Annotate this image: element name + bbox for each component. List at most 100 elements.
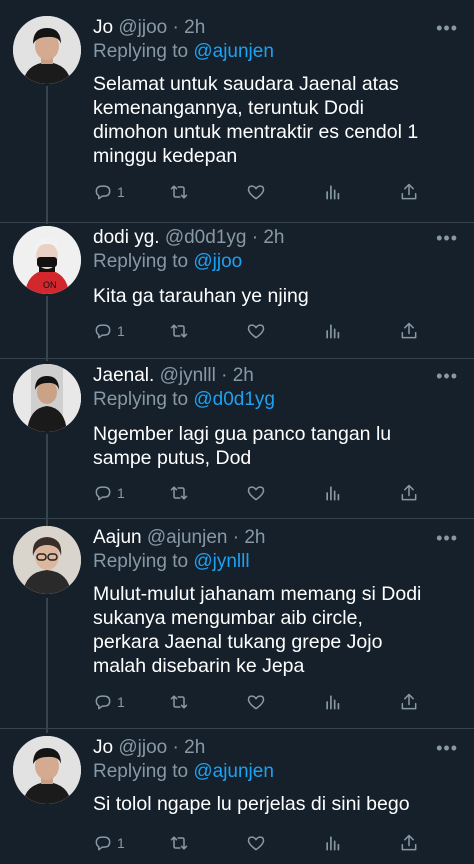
timestamp[interactable]: 2h <box>263 227 284 248</box>
like-button[interactable] <box>246 832 266 854</box>
heart-icon <box>247 486 265 501</box>
replying-to: Replying to @ajunjen <box>93 40 274 64</box>
replying-to-label: Replying to <box>93 41 189 62</box>
replying-to-label: Replying to <box>93 389 189 410</box>
timestamp[interactable]: 2h <box>184 17 205 38</box>
tweet-divider <box>0 358 474 359</box>
reply-count: 1 <box>117 485 125 501</box>
separator-dot: · <box>172 737 179 758</box>
display-name[interactable]: Jo <box>93 17 113 38</box>
replying-to: Replying to @jjoo <box>93 250 242 274</box>
replying-to-mention[interactable]: @ajunjen <box>193 761 274 782</box>
share-upload-icon <box>401 484 417 501</box>
retweet-icon <box>170 836 188 850</box>
like-button[interactable] <box>246 181 266 203</box>
user-handle[interactable]: @jynlll <box>160 365 216 386</box>
action-bar: 1 <box>93 181 433 205</box>
share-button[interactable] <box>399 691 419 713</box>
timestamp[interactable]: 2h <box>233 365 254 386</box>
user-handle[interactable]: @jjoo <box>118 17 167 38</box>
replying-to-mention[interactable]: @jjoo <box>193 251 242 272</box>
tweet-header: Jaenal. @jynlll · 2h <box>93 364 254 388</box>
more-horizontal-icon[interactable]: ••• <box>436 739 458 757</box>
replying-to-label: Replying to <box>93 251 189 272</box>
retweet-button[interactable] <box>169 320 189 342</box>
avatar[interactable] <box>13 16 81 84</box>
more-horizontal-icon[interactable]: ••• <box>436 229 458 247</box>
replying-to-mention[interactable]: @jynlll <box>193 551 249 572</box>
timestamp[interactable]: 2h <box>184 737 205 758</box>
analytics-button[interactable] <box>323 320 343 342</box>
analytics-button[interactable] <box>323 691 343 713</box>
reply-button[interactable]: 1 <box>93 832 125 854</box>
thread-connector <box>46 434 48 526</box>
retweet-button[interactable] <box>169 482 189 504</box>
like-button[interactable] <box>246 482 266 504</box>
replying-to-label: Replying to <box>93 551 189 572</box>
display-name[interactable]: Jaenal. <box>93 365 154 386</box>
reply-bubble-icon <box>95 324 111 339</box>
user-handle[interactable]: @ajunjen <box>147 527 228 548</box>
analytics-button[interactable] <box>323 181 343 203</box>
tweet-header: dodi yg. @d0d1yg · 2h <box>93 226 284 250</box>
avatar[interactable] <box>13 526 81 594</box>
replying-to-mention[interactable]: @ajunjen <box>193 41 274 62</box>
reply-bubble-icon <box>95 185 111 200</box>
share-upload-icon <box>401 183 417 200</box>
tweet-text: Ngember lagi gua panco tangan lu sampe p… <box>93 423 392 469</box>
more-horizontal-icon[interactable]: ••• <box>436 529 458 547</box>
retweet-icon <box>170 185 188 199</box>
reply-bubble-icon <box>95 695 111 710</box>
reply-count: 1 <box>117 835 125 851</box>
heart-icon <box>247 324 265 339</box>
retweet-button[interactable] <box>169 181 189 203</box>
like-button[interactable] <box>246 320 266 342</box>
heart-icon <box>247 185 265 200</box>
share-upload-icon <box>401 834 417 851</box>
retweet-button[interactable] <box>169 691 189 713</box>
thread-connector <box>46 86 48 224</box>
share-button[interactable] <box>399 832 419 854</box>
display-name[interactable]: dodi yg. <box>93 227 160 248</box>
display-name[interactable]: Jo <box>93 737 113 758</box>
tweet-header: Jo @jjoo · 2h <box>93 16 205 40</box>
replying-to-mention[interactable]: @d0d1yg <box>193 389 275 410</box>
more-horizontal-icon[interactable]: ••• <box>436 367 458 385</box>
avatar[interactable] <box>13 736 81 804</box>
retweet-icon <box>170 695 188 709</box>
analytics-button[interactable] <box>323 482 343 504</box>
user-handle[interactable]: @d0d1yg <box>165 227 247 248</box>
avatar[interactable] <box>13 364 81 432</box>
tweet-text: Selamat untuk saudara Jaenal atas kemena… <box>93 73 419 167</box>
share-upload-icon <box>401 322 417 339</box>
reply-count: 1 <box>117 184 125 200</box>
reply-button[interactable]: 1 <box>93 482 125 504</box>
share-button[interactable] <box>399 482 419 504</box>
analytics-bars-icon <box>326 695 340 710</box>
reply-button[interactable]: 1 <box>93 181 125 203</box>
analytics-bars-icon <box>326 486 340 501</box>
reply-bubble-icon <box>95 486 111 501</box>
retweet-button[interactable] <box>169 832 189 854</box>
reply-button[interactable]: 1 <box>93 691 125 713</box>
like-button[interactable] <box>246 691 266 713</box>
separator-dot: · <box>221 365 228 386</box>
display-name[interactable]: Aajun <box>93 527 142 548</box>
reply-button[interactable]: 1 <box>93 320 125 342</box>
action-bar: 1 <box>93 832 433 856</box>
separator-dot: · <box>251 227 259 248</box>
more-horizontal-icon[interactable]: ••• <box>436 19 458 37</box>
separator-dot: · <box>232 527 240 548</box>
avatar[interactable]: ON <box>13 226 81 294</box>
replying-to: Replying to @d0d1yg <box>93 388 275 412</box>
thread-connector <box>46 296 48 361</box>
tweet-divider <box>0 728 474 729</box>
heart-icon <box>247 836 265 851</box>
user-handle[interactable]: @jjoo <box>118 737 167 758</box>
analytics-button[interactable] <box>323 832 343 854</box>
tweet-text: Si tolol ngape lu perjelas di sini bego <box>93 793 410 815</box>
timestamp[interactable]: 2h <box>244 527 265 548</box>
share-button[interactable] <box>399 320 419 342</box>
svg-text:ON: ON <box>43 280 57 290</box>
share-button[interactable] <box>399 181 419 203</box>
